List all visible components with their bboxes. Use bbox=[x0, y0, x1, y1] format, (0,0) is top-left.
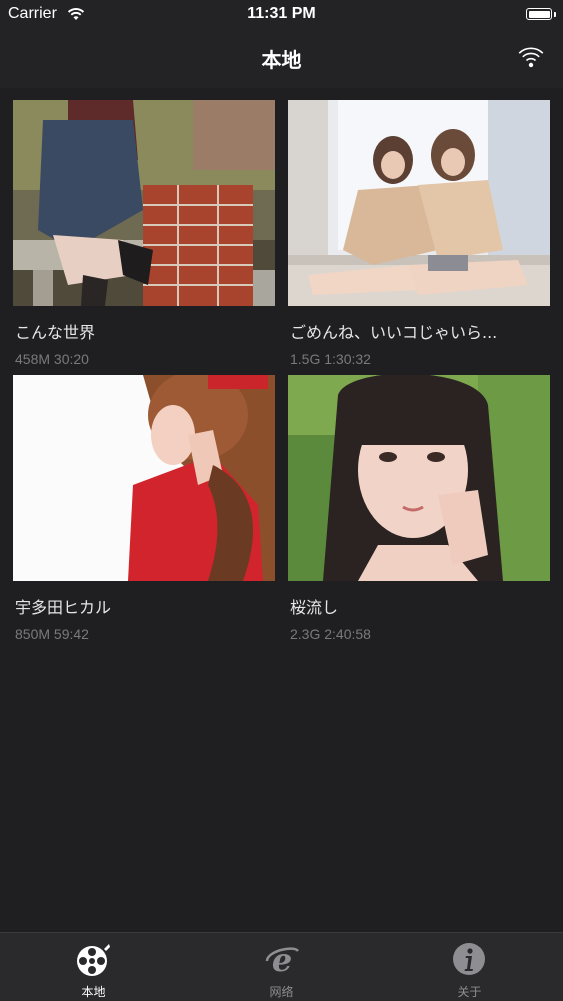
video-meta: 458M 30:20 bbox=[13, 351, 275, 367]
tab-label: 本地 bbox=[81, 985, 106, 999]
tab-label: 关于 bbox=[457, 985, 482, 999]
internet-explorer-icon: e bbox=[265, 941, 300, 977]
tab-local[interactable]: 本地 bbox=[0, 933, 187, 1001]
tab-network[interactable]: e 网络 bbox=[188, 933, 375, 1001]
video-thumbnail[interactable] bbox=[288, 373, 550, 581]
info-icon bbox=[453, 943, 485, 975]
video-size: 850M bbox=[15, 626, 51, 642]
video-title: ごめんね、いいコじゃいら... bbox=[290, 323, 498, 342]
video-thumbnail[interactable] bbox=[13, 370, 275, 581]
video-card[interactable]: ごめんね、いいコじゃいら... 1.5G 1:30:32 bbox=[288, 100, 550, 367]
video-title: 宇多田ヒカル bbox=[15, 598, 112, 617]
video-thumbnail[interactable] bbox=[13, 100, 275, 306]
page-title: 本地 bbox=[261, 48, 302, 72]
film-reel-icon bbox=[77, 944, 110, 976]
svg-text:e: e bbox=[272, 941, 292, 977]
wifi-transfer-icon[interactable] bbox=[517, 44, 545, 70]
tab-bar: 本地 e 网络 关于 bbox=[0, 932, 563, 1001]
battery-icon bbox=[526, 8, 552, 20]
video-duration: 30:20 bbox=[53, 351, 89, 367]
video-meta: 850M 59:42 bbox=[13, 626, 275, 642]
status-time: 11:31 PM bbox=[247, 5, 316, 22]
video-card[interactable]: 桜流し 2.3G 2:40:58 bbox=[288, 373, 550, 642]
video-duration: 2:40:58 bbox=[324, 626, 371, 642]
battery-tip bbox=[554, 12, 556, 17]
video-title: こんな世界 bbox=[15, 323, 96, 342]
video-duration: 59:42 bbox=[53, 626, 89, 642]
video-card[interactable]: 宇多田ヒカル 850M 59:42 bbox=[13, 370, 275, 642]
tab-about[interactable]: 关于 bbox=[376, 933, 563, 1001]
video-meta: 1.5G 1:30:32 bbox=[288, 351, 550, 367]
navigation-bar: 本地 bbox=[0, 30, 563, 88]
video-title: 桜流し bbox=[290, 598, 339, 617]
video-thumbnail[interactable] bbox=[288, 100, 550, 306]
video-size: 458M bbox=[15, 351, 51, 367]
tab-label: 网络 bbox=[269, 985, 294, 999]
video-card[interactable]: こんな世界 458M 30:20 bbox=[13, 100, 275, 367]
video-size: 1.5G bbox=[290, 351, 321, 367]
video-size: 2.3G bbox=[290, 626, 321, 642]
video-meta: 2.3G 2:40:58 bbox=[288, 626, 550, 642]
status-bar: Carrier 11:31 PM bbox=[0, 0, 563, 30]
video-duration: 1:30:32 bbox=[324, 351, 371, 367]
